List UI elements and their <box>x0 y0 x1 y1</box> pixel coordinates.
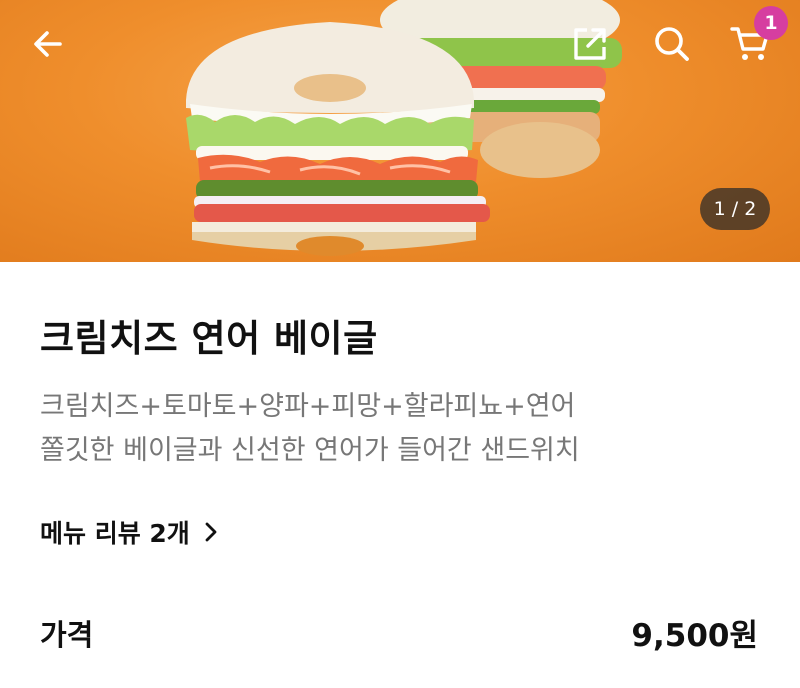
search-button[interactable] <box>644 16 700 72</box>
product-description: 쫄깃한 베이글과 신선한 연어가 들어간 샌드위치 <box>40 435 580 466</box>
price-value: 9,500원 <box>631 618 758 654</box>
menu-reviews-label: 메뉴 리뷰 2개 <box>40 519 190 548</box>
back-arrow-icon <box>34 31 62 57</box>
product-title: 크림치즈 연어 베이글 <box>40 317 378 360</box>
menu-reviews-link[interactable]: 메뉴 리뷰 2개 <box>40 514 218 550</box>
price-label: 가격 <box>40 618 94 652</box>
share-button[interactable] <box>562 16 618 72</box>
back-button[interactable] <box>20 16 76 72</box>
chevron-right-icon <box>204 521 218 543</box>
search-icon <box>655 27 689 61</box>
image-pager-indicator: 1 / 2 <box>700 188 770 230</box>
product-image-gallery[interactable]: 1 1 / 2 <box>0 0 800 262</box>
product-ingredients: 크림치즈+토마토+양파+피망+할라피뇨+연어 <box>40 391 576 422</box>
share-icon <box>574 28 606 60</box>
cart-count-badge: 1 <box>754 6 788 40</box>
